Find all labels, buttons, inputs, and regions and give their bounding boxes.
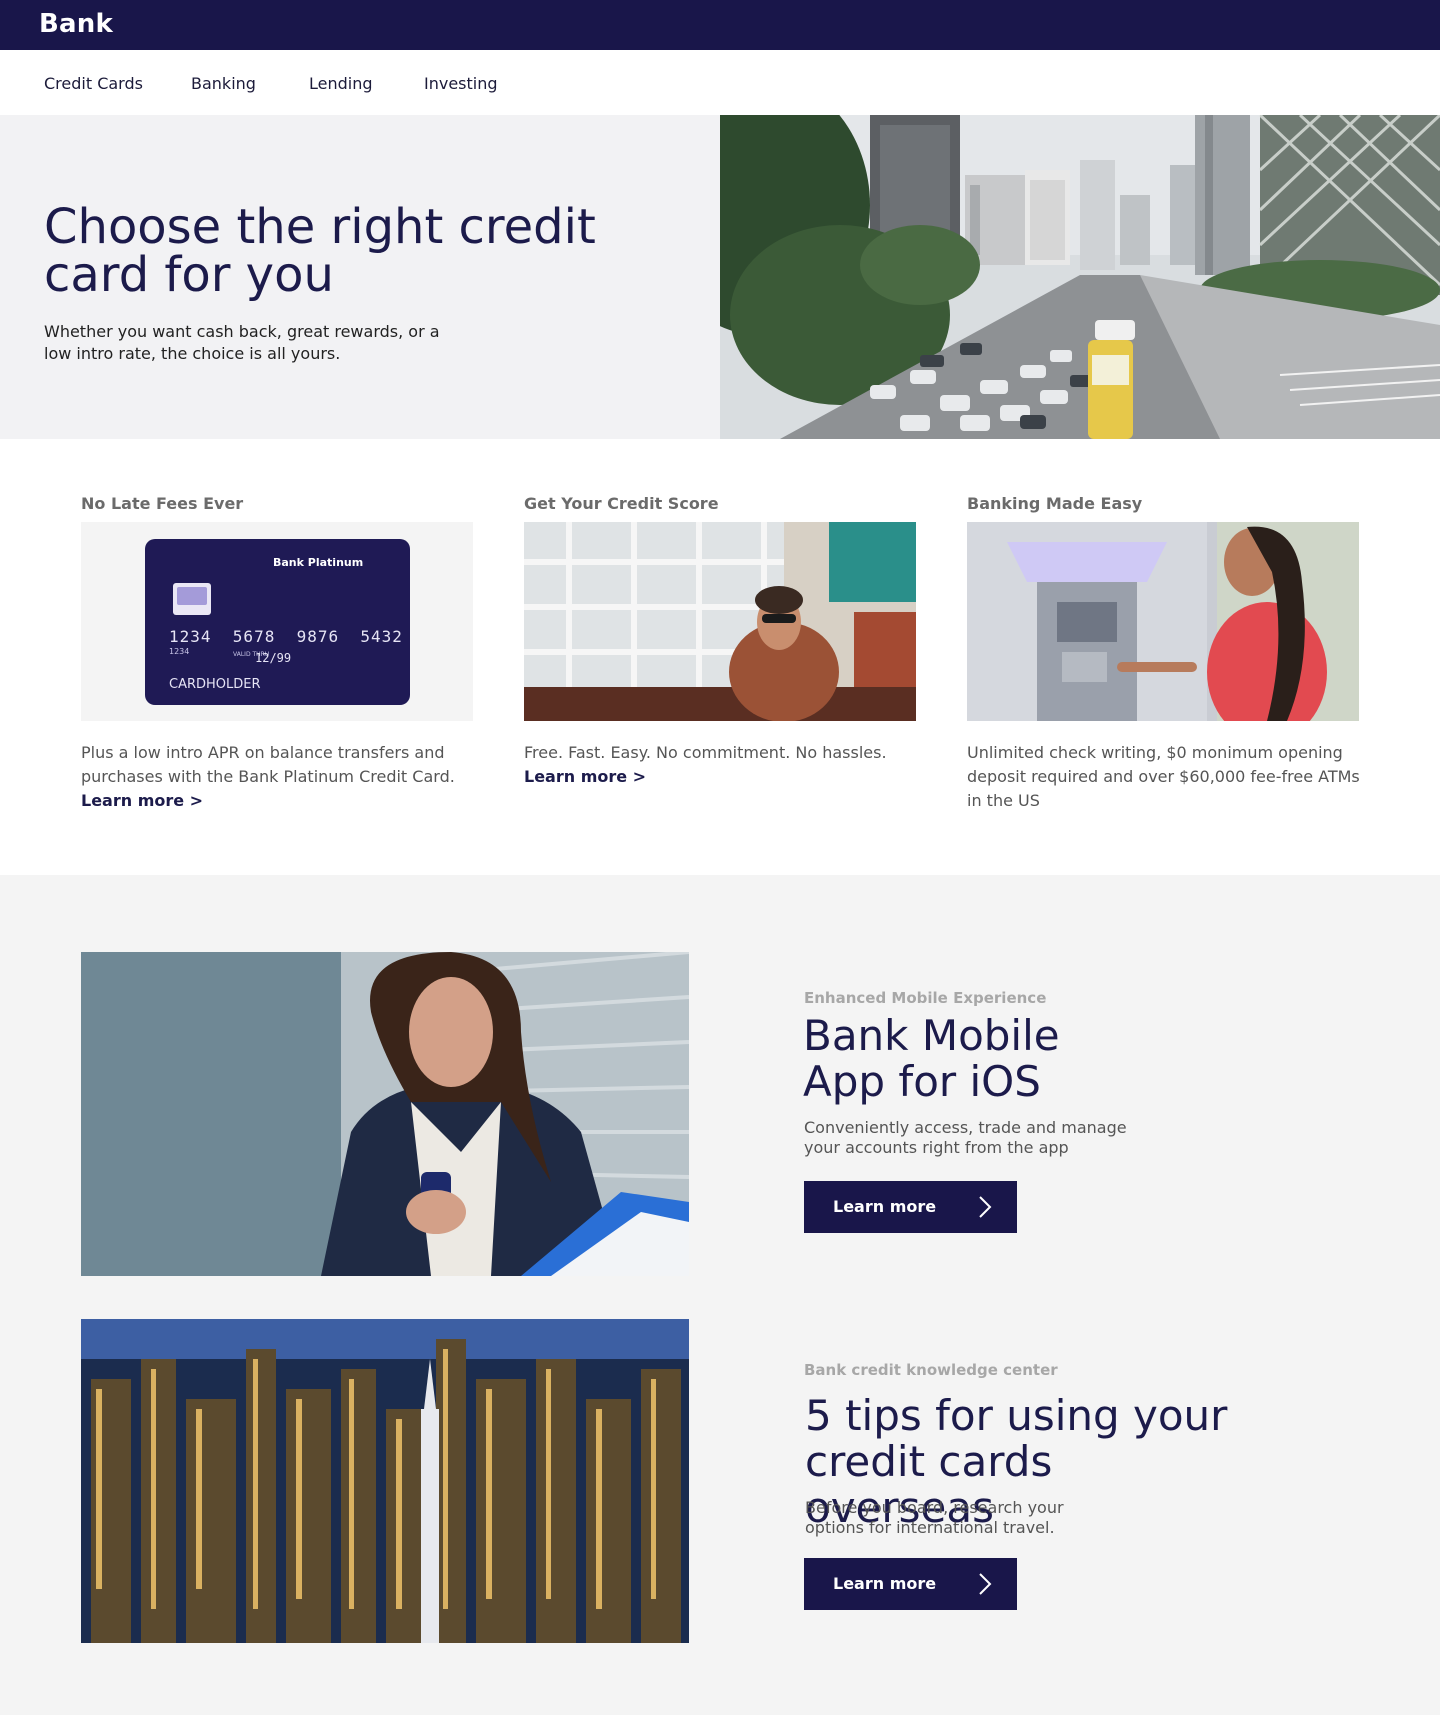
credit-card-image: Bank Platinum 1234 5678 9876 5432 1234 V…	[81, 522, 473, 721]
feature-title: Bank Mobile App for iOS	[803, 1011, 1060, 1106]
man-in-cafe-photo	[524, 522, 916, 721]
promo-card-banking-made-easy: Banking Made Easy Unlimited check writin…	[967, 494, 1362, 813]
card-title: Get Your Credit Score	[524, 494, 719, 513]
feature-eyebrow: Bank credit knowledge center	[804, 1361, 1058, 1379]
learn-more-button[interactable]: Learn more	[804, 1558, 1017, 1610]
city-night-illustration	[81, 1319, 689, 1643]
promo-card-no-late-fees: No Late Fees Ever Bank Platinum 1234 567…	[81, 494, 476, 813]
woman-with-phone-illustration	[81, 952, 689, 1276]
card-description: Free. Fast. Easy. No commitment. No hass…	[524, 743, 887, 762]
feature-subtitle: Conveniently access, trade and manage yo…	[804, 1118, 1127, 1157]
card-description: Unlimited check writing, $0 monimum open…	[967, 743, 1360, 810]
hero-city-street-photo	[720, 115, 1440, 439]
chevron-right-icon	[979, 1196, 992, 1218]
nav-item-banking[interactable]: Banking	[191, 74, 256, 93]
woman-at-atm-photo	[967, 522, 1359, 721]
credit-card-name: Bank Platinum	[273, 556, 364, 569]
learn-more-link[interactable]: Learn more >	[81, 789, 203, 813]
nav-item-investing[interactable]: Investing	[424, 74, 498, 93]
nav-item-lending[interactable]: Lending	[309, 74, 373, 93]
woman-with-phone-photo	[81, 952, 689, 1276]
credit-card-small-number: 1234	[169, 647, 190, 656]
learn-more-button-label: Learn more	[833, 1574, 937, 1593]
hero-subtitle: Whether you want cash back, great reward…	[44, 322, 440, 363]
feature-subtitle: Before you board, research your options …	[805, 1498, 1064, 1537]
feature-section: Enhanced Mobile Experience Bank Mobile A…	[0, 875, 1440, 1715]
card-chip-icon	[173, 583, 211, 615]
brand-logo[interactable]: Bank	[39, 9, 113, 39]
man-in-cafe-illustration	[524, 522, 916, 721]
city-night-aerial-photo	[81, 1319, 689, 1643]
card-title: Banking Made Easy	[967, 494, 1143, 513]
credit-card-number: 1234 5678 9876 5432	[169, 627, 403, 646]
chevron-right-icon	[979, 1573, 992, 1595]
card-description: Plus a low intro APR on balance transfer…	[81, 743, 455, 786]
top-bar: Bank	[0, 0, 1440, 50]
promo-cards-section: No Late Fees Ever Bank Platinum 1234 567…	[0, 439, 1440, 875]
promo-card-credit-score: Get Your Credit Score Free. Fast. Easy. …	[524, 494, 919, 789]
hero-section: Choose the right credit card for you Whe…	[0, 115, 1440, 439]
feature-eyebrow: Enhanced Mobile Experience	[804, 989, 1047, 1007]
credit-card-expiry: 12/99	[255, 651, 292, 665]
woman-at-atm-illustration	[967, 522, 1359, 721]
main-nav: Credit Cards Banking Lending Investing	[0, 50, 1440, 115]
learn-more-link[interactable]: Learn more >	[524, 765, 646, 789]
learn-more-button-label: Learn more	[833, 1197, 937, 1216]
learn-more-button[interactable]: Learn more	[804, 1181, 1017, 1233]
credit-card: Bank Platinum 1234 5678 9876 5432 1234 V…	[145, 539, 410, 705]
credit-card-holder: CARDHOLDER	[169, 677, 261, 692]
city-street-illustration	[720, 115, 1440, 439]
nav-item-credit-cards[interactable]: Credit Cards	[44, 74, 143, 93]
hero-title: Choose the right credit card for you	[44, 199, 596, 303]
card-title: No Late Fees Ever	[81, 494, 244, 513]
